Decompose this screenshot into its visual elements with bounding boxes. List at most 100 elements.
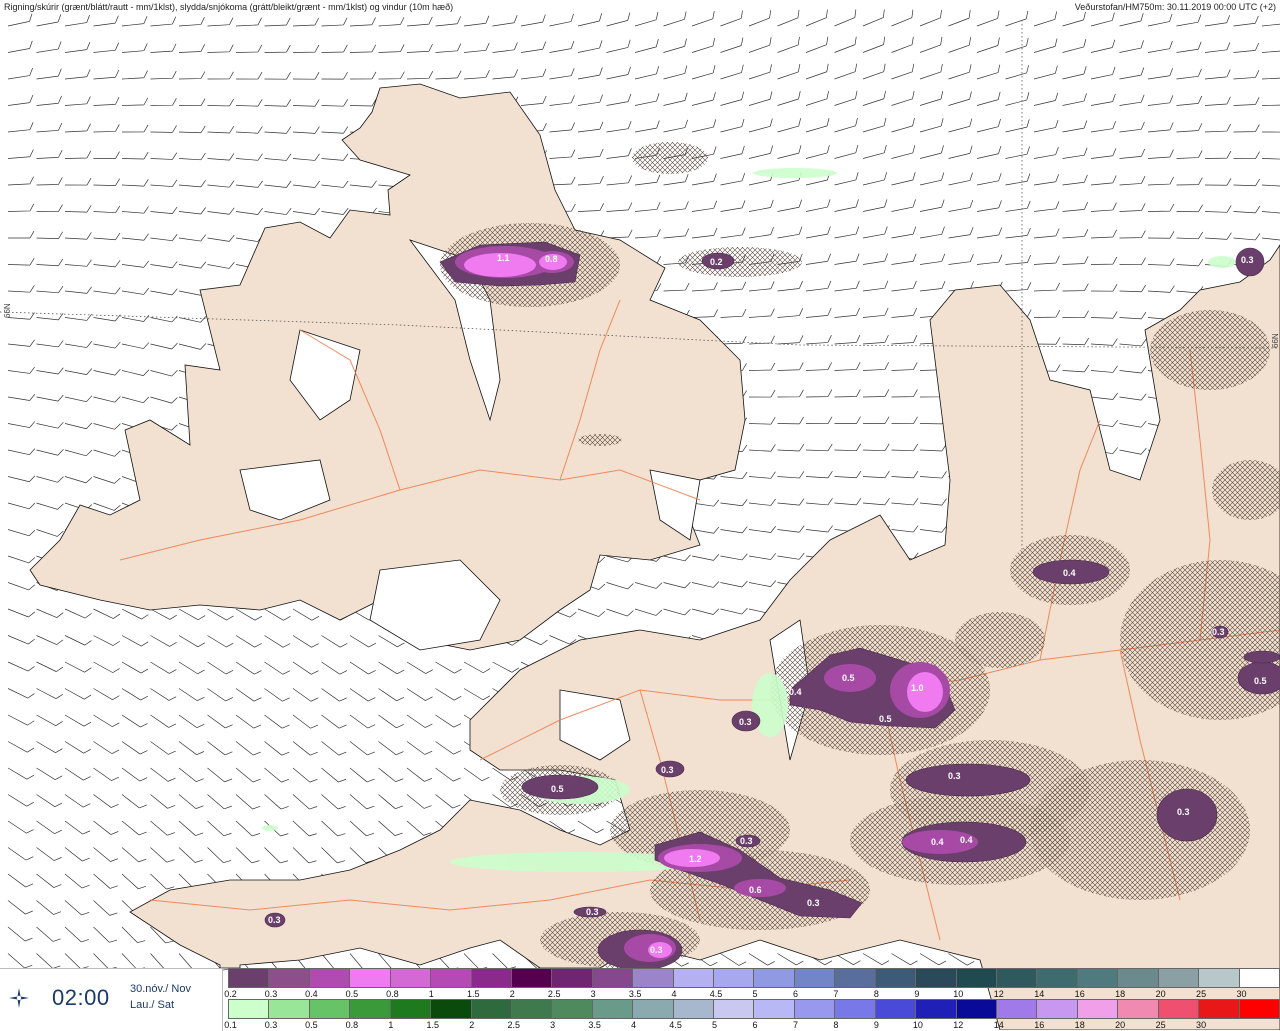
legend-tick-label: 0.4	[305, 989, 318, 999]
legend-tick-label: 2.5	[547, 989, 561, 999]
map-label: 0.3	[807, 898, 820, 908]
legend-tick-label: 30	[1236, 989, 1247, 999]
legend-swatch	[350, 969, 391, 987]
legend-tick-label: 6	[792, 989, 798, 999]
legend-tick-label: 30	[1196, 1020, 1207, 1030]
legend-swatch	[552, 969, 593, 987]
legend-swatch	[633, 969, 674, 987]
legend-swatch	[390, 1000, 432, 1018]
legend-tick-label: 3.5	[628, 989, 642, 999]
legend-tick-label: 20	[1115, 1020, 1126, 1030]
legend-swatch	[835, 1000, 876, 1018]
legend-tick-label: 25	[1155, 1020, 1166, 1030]
map-label: 0.8	[545, 254, 558, 264]
legend-swatch	[673, 969, 715, 987]
legend-swatch	[997, 969, 1038, 987]
map-label: 0.4	[1063, 568, 1076, 578]
legend-swatch	[1158, 969, 1200, 987]
legend-swatch	[754, 969, 795, 987]
legend-swatch	[229, 1000, 270, 1018]
map-label: 0.4	[789, 687, 802, 697]
legend-tick-label: 3.5	[588, 1020, 601, 1030]
legend-tick-label: 4.5	[709, 989, 723, 999]
map-label: 0.3	[661, 765, 674, 775]
legend-swatch	[956, 1000, 998, 1018]
legend-swatch	[1077, 1000, 1119, 1018]
latitude-label: 66N	[3, 303, 12, 318]
forecast-date: 30.nóv./ Nov	[130, 983, 191, 995]
legend-tick-label: 5	[712, 1020, 718, 1030]
legend-swatch	[1199, 1000, 1240, 1018]
legend-swatch	[1199, 969, 1240, 987]
map-label: 0.6	[749, 885, 762, 895]
map-label: 0.2	[710, 257, 723, 267]
legend-swatch	[1239, 1000, 1280, 1018]
map-label: 0.3	[948, 771, 961, 781]
legend-swatch	[552, 1000, 593, 1018]
map-label: 0.5	[1254, 676, 1267, 686]
legend-tick-label: 8	[873, 989, 879, 999]
snow-color-legend: 0.2 0.3 0.4 0.5 0.8 1 1.5 2 2.5 3 3.5 4 4.5 5 6 7 8 9 10 12…	[224, 968, 1280, 1000]
legend-tick-label: 6	[752, 1020, 758, 1030]
legend-swatch	[916, 1000, 957, 1018]
legend-tick-label: 7	[833, 989, 839, 999]
legend-swatch	[350, 1000, 391, 1018]
legend-swatch	[431, 969, 472, 987]
legend-swatch	[309, 969, 351, 987]
legend-swatch	[875, 969, 917, 987]
map-title: Rigning/skúrir (grænt/blátt/rautt - mm/1…	[4, 2, 454, 12]
map-label: 0.4	[960, 835, 973, 845]
legend-tick-label: 0.8	[386, 989, 399, 999]
legend-tick-label: 1	[388, 1020, 394, 1030]
legend-tick-label: 12	[993, 989, 1004, 999]
legend-swatch	[269, 1000, 310, 1018]
map-label: 0.3	[1241, 255, 1254, 265]
legend-tick-label: 18	[1074, 1020, 1085, 1030]
legend-tick-label: 3	[590, 989, 596, 999]
map-label: 0.5	[879, 714, 892, 724]
legend-tick-label: 4	[671, 989, 677, 999]
legend-swatch	[673, 1000, 715, 1018]
map-label: 1.1	[497, 253, 510, 263]
map-label: 0.3	[268, 915, 281, 925]
legend-tick-label: 18	[1115, 989, 1126, 999]
legend-swatch	[1239, 969, 1280, 987]
legend-tick-label: 1.5	[426, 1020, 440, 1030]
map-label: 0.3	[650, 945, 663, 955]
legend-swatch	[714, 969, 755, 987]
legend-tick-label: 10	[953, 989, 964, 999]
map-label: 0.3	[739, 717, 752, 727]
forecast-time: 02:00	[52, 985, 110, 1010]
legend-tick-label: 16	[1074, 989, 1085, 999]
legend-swatch	[835, 969, 876, 987]
legend-swatch	[592, 969, 634, 987]
legend-swatch	[471, 1000, 512, 1018]
legend-tick-label: 16	[1034, 1020, 1045, 1030]
legend-tick-label: 1	[428, 989, 434, 999]
forecast-weekday: Lau./ Sat	[130, 999, 175, 1011]
rain-legend-swatches	[228, 999, 1280, 1019]
legend-swatch	[1118, 1000, 1159, 1018]
vedurstofan-logo-icon	[9, 988, 29, 1008]
snow-legend-swatches	[228, 968, 1280, 988]
legend-tick-label: 14	[993, 1020, 1004, 1030]
legend-swatch	[794, 969, 836, 987]
legend-swatch	[875, 1000, 917, 1018]
map-label: 0.3	[740, 836, 753, 846]
map-label: 0.5	[551, 784, 564, 794]
legend-swatch	[1037, 1000, 1078, 1018]
legend-swatch	[1118, 969, 1159, 987]
map-label: 1.0	[911, 683, 924, 693]
legend-swatch	[633, 1000, 674, 1018]
legend-tick-label: 3	[550, 1020, 556, 1030]
legend-tick-label: 7	[792, 1020, 798, 1030]
rain-legend-ticks: 0.1 0.3 0.5 0.8 1 1.5 2 2.5 3 3.5 4 4.5 5 6 7 8 9 10 12 14 1…	[224, 1019, 1280, 1031]
legend-swatch	[1037, 969, 1078, 987]
legend-tick-label: 4.5	[669, 1020, 682, 1030]
rain-color-legend: 0.1 0.3 0.5 0.8 1 1.5 2 2.5 3 3.5 4 4.5 5 6 7 8 9 10 12 14 1…	[224, 999, 1280, 1031]
legend-tick-label: 1.5	[467, 989, 480, 999]
map-label: 0.5	[842, 673, 855, 683]
legend-tick-label: 2	[509, 989, 515, 999]
map-label: 1.2	[689, 854, 702, 864]
legend-tick-label: 9	[873, 1020, 879, 1030]
